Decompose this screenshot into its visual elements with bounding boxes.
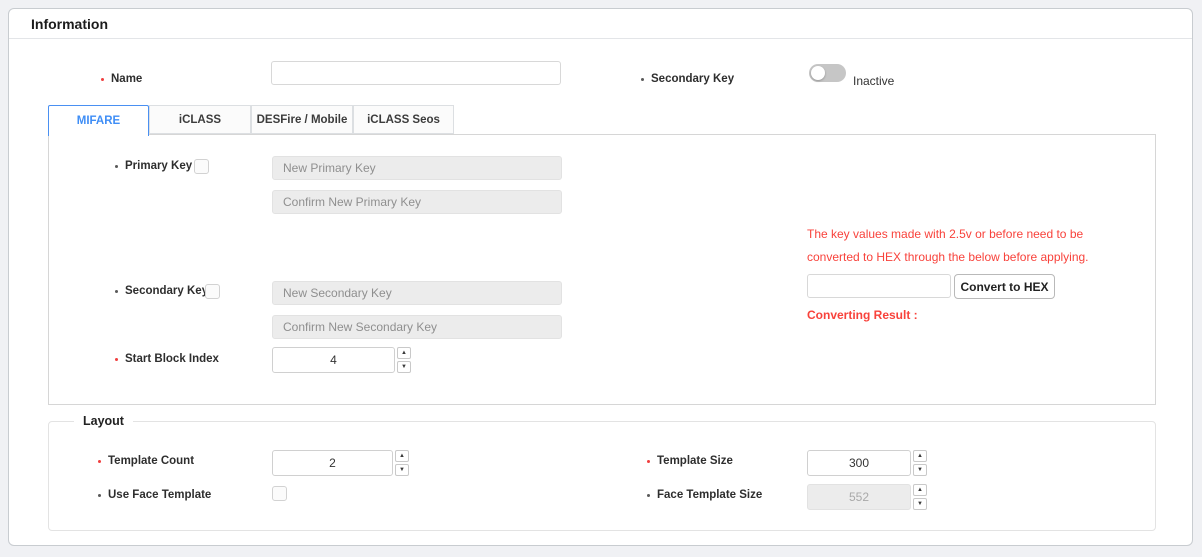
arrow-up-icon: ▲ bbox=[401, 348, 407, 358]
mifare-tab-panel: Primary Key Secondary Key Start Block In… bbox=[48, 134, 1156, 405]
required-dot bbox=[647, 460, 650, 463]
hex-note-line2: converted to HEX through the below befor… bbox=[807, 250, 1089, 264]
template-count-input[interactable] bbox=[272, 450, 393, 476]
tab-desfire-mobile-label: DESFire / Mobile bbox=[257, 114, 348, 126]
start-block-index-label: Start Block Index bbox=[115, 353, 219, 365]
arrow-up-icon: ▲ bbox=[399, 451, 405, 461]
required-dot bbox=[101, 78, 104, 81]
spinner-up-button[interactable]: ▲ bbox=[913, 450, 927, 462]
tab-mifare-label: MIFARE bbox=[77, 115, 120, 127]
optional-dot bbox=[641, 78, 644, 81]
spinner-down-button[interactable]: ▼ bbox=[913, 498, 927, 510]
template-count-label: Template Count bbox=[98, 455, 194, 467]
spinner-up-button[interactable]: ▲ bbox=[395, 450, 409, 462]
template-size-label: Template Size bbox=[647, 455, 733, 467]
optional-dot bbox=[115, 290, 118, 293]
secondary-key-toggle-label: Secondary Key bbox=[641, 73, 734, 85]
tab-mifare[interactable]: MIFARE bbox=[48, 105, 149, 136]
primary-key-label-text: Primary Key bbox=[125, 160, 192, 172]
primary-key-checkbox[interactable] bbox=[194, 159, 209, 174]
secondary-key-label-text: Secondary Key bbox=[125, 285, 208, 297]
use-face-template-label-text: Use Face Template bbox=[108, 489, 211, 501]
convert-to-hex-button[interactable]: Convert to HEX bbox=[954, 274, 1055, 299]
secondary-key-toggle[interactable] bbox=[809, 64, 846, 82]
arrow-down-icon: ▼ bbox=[399, 465, 405, 475]
template-size-spinner: ▲ ▼ bbox=[807, 450, 927, 476]
tab-iclass[interactable]: iCLASS bbox=[149, 105, 251, 134]
page-title: Information bbox=[31, 16, 108, 32]
information-card: Information Name Secondary Key Inactive … bbox=[8, 8, 1193, 546]
required-dot bbox=[115, 358, 118, 361]
name-label: Name bbox=[101, 73, 142, 85]
toggle-state-text: Inactive bbox=[853, 74, 894, 88]
toggle-knob-icon bbox=[811, 66, 825, 80]
face-template-size-label: Face Template Size bbox=[647, 489, 762, 501]
tab-desfire-mobile[interactable]: DESFire / Mobile bbox=[251, 105, 353, 134]
confirm-new-secondary-key-input bbox=[272, 315, 562, 339]
hex-convert-input[interactable] bbox=[807, 274, 951, 298]
spinner-up-button[interactable]: ▲ bbox=[397, 347, 411, 359]
secondary-key-toggle-label-text: Secondary Key bbox=[651, 73, 734, 85]
tab-iclass-seos-label: iCLASS Seos bbox=[367, 114, 440, 126]
secondary-key-checkbox[interactable] bbox=[205, 284, 220, 299]
spinner-up-button[interactable]: ▲ bbox=[913, 484, 927, 496]
new-primary-key-input bbox=[272, 156, 562, 180]
confirm-new-primary-key-input bbox=[272, 190, 562, 214]
use-face-template-label: Use Face Template bbox=[98, 489, 211, 501]
name-input[interactable] bbox=[271, 61, 561, 85]
spinner-buttons: ▲ ▼ bbox=[913, 450, 927, 476]
arrow-up-icon: ▲ bbox=[917, 485, 923, 495]
hex-note-line1: The key values made with 2.5v or before … bbox=[807, 227, 1083, 241]
optional-dot bbox=[98, 494, 101, 497]
arrow-up-icon: ▲ bbox=[917, 451, 923, 461]
layout-section: Layout Template Count ▲ ▼ Template Size … bbox=[48, 421, 1156, 531]
primary-key-label: Primary Key bbox=[115, 160, 192, 172]
arrow-down-icon: ▼ bbox=[917, 499, 923, 509]
spinner-down-button[interactable]: ▼ bbox=[395, 464, 409, 476]
face-template-size-spinner: ▲ ▼ bbox=[807, 484, 927, 510]
secondary-key-label: Secondary Key bbox=[115, 285, 208, 297]
spinner-buttons: ▲ ▼ bbox=[395, 450, 409, 476]
use-face-template-checkbox[interactable] bbox=[272, 486, 287, 501]
tab-iclass-label: iCLASS bbox=[179, 114, 221, 126]
template-count-spinner: ▲ ▼ bbox=[272, 450, 409, 476]
face-template-size-label-text: Face Template Size bbox=[657, 489, 762, 501]
tab-iclass-seos[interactable]: iCLASS Seos bbox=[353, 105, 454, 134]
optional-dot bbox=[647, 494, 650, 497]
required-dot bbox=[98, 460, 101, 463]
layout-section-legend: Layout bbox=[74, 414, 133, 428]
spinner-down-button[interactable]: ▼ bbox=[913, 464, 927, 476]
start-block-index-label-text: Start Block Index bbox=[125, 353, 219, 365]
spinner-buttons: ▲ ▼ bbox=[397, 347, 411, 373]
arrow-down-icon: ▼ bbox=[917, 465, 923, 475]
name-label-text: Name bbox=[111, 73, 142, 85]
face-template-size-input bbox=[807, 484, 911, 510]
new-secondary-key-input bbox=[272, 281, 562, 305]
arrow-down-icon: ▼ bbox=[401, 362, 407, 372]
template-size-input[interactable] bbox=[807, 450, 911, 476]
card-header: Information bbox=[9, 9, 1192, 39]
spinner-buttons: ▲ ▼ bbox=[913, 484, 927, 510]
converting-result-label: Converting Result : bbox=[807, 308, 918, 322]
template-size-label-text: Template Size bbox=[657, 455, 733, 467]
optional-dot bbox=[115, 165, 118, 168]
start-block-index-input[interactable] bbox=[272, 347, 395, 373]
spinner-down-button[interactable]: ▼ bbox=[397, 361, 411, 373]
start-block-index-spinner: ▲ ▼ bbox=[272, 347, 411, 373]
template-count-label-text: Template Count bbox=[108, 455, 194, 467]
